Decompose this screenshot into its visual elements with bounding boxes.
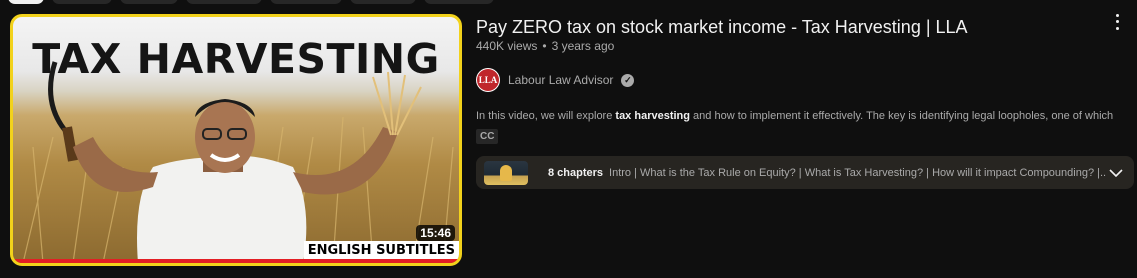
view-count: 440K views <box>476 39 538 53</box>
more-vert-icon[interactable] <box>1111 12 1123 32</box>
upload-age: 3 years ago <box>551 39 615 53</box>
chapter-thumbnail <box>484 160 528 185</box>
filter-chip-row <box>8 0 494 4</box>
avatar-initials: LLA <box>477 69 499 91</box>
description-keyword: tax harvesting <box>615 110 690 122</box>
video-thumbnail[interactable]: TAX HARVESTING 15:46 ENGLISH SUBTITLES <box>10 14 462 266</box>
filter-chip[interactable] <box>350 0 416 4</box>
video-stats: 440K views • 3 years ago <box>476 39 1116 53</box>
filter-chip[interactable] <box>52 0 112 4</box>
filter-chip[interactable] <box>8 0 44 4</box>
separator-dot: • <box>542 39 547 53</box>
chevron-down-icon[interactable] <box>1106 163 1126 183</box>
filter-chip[interactable] <box>424 0 494 4</box>
video-title[interactable]: Pay ZERO tax on stock market income - Ta… <box>476 15 1116 39</box>
thumbnail-title: TAX HARVESTING <box>32 35 440 83</box>
duration-badge: 15:46 <box>416 225 455 241</box>
video-metadata: Pay ZERO tax on stock market income - Ta… <box>476 15 1116 144</box>
video-description: In this video, we will explore tax harve… <box>476 110 1116 122</box>
filter-chip[interactable] <box>186 0 262 4</box>
chapters-bar[interactable]: 8 chapters Intro | What is the Tax Rule … <box>476 156 1134 189</box>
cc-badge: CC <box>476 129 499 144</box>
channel-row: LLA Labour Law Advisor ✓ <box>476 68 1116 92</box>
filter-chip[interactable] <box>120 0 178 4</box>
watch-progress-bar <box>13 259 459 263</box>
chapters-count: 8 chapters <box>548 166 604 179</box>
subtitle-badge: ENGLISH SUBTITLES <box>303 241 459 259</box>
channel-avatar[interactable]: LLA <box>476 68 500 92</box>
description-suffix: and how to implement it effectively. The… <box>690 110 1116 122</box>
filter-chip[interactable] <box>270 0 342 4</box>
chapters-list: Intro | What is the Tax Rule on Equity? … <box>609 166 1107 179</box>
verified-check-icon: ✓ <box>621 73 635 87</box>
channel-name[interactable]: Labour Law Advisor <box>508 73 613 87</box>
description-prefix: In this video, we will explore <box>476 110 616 122</box>
